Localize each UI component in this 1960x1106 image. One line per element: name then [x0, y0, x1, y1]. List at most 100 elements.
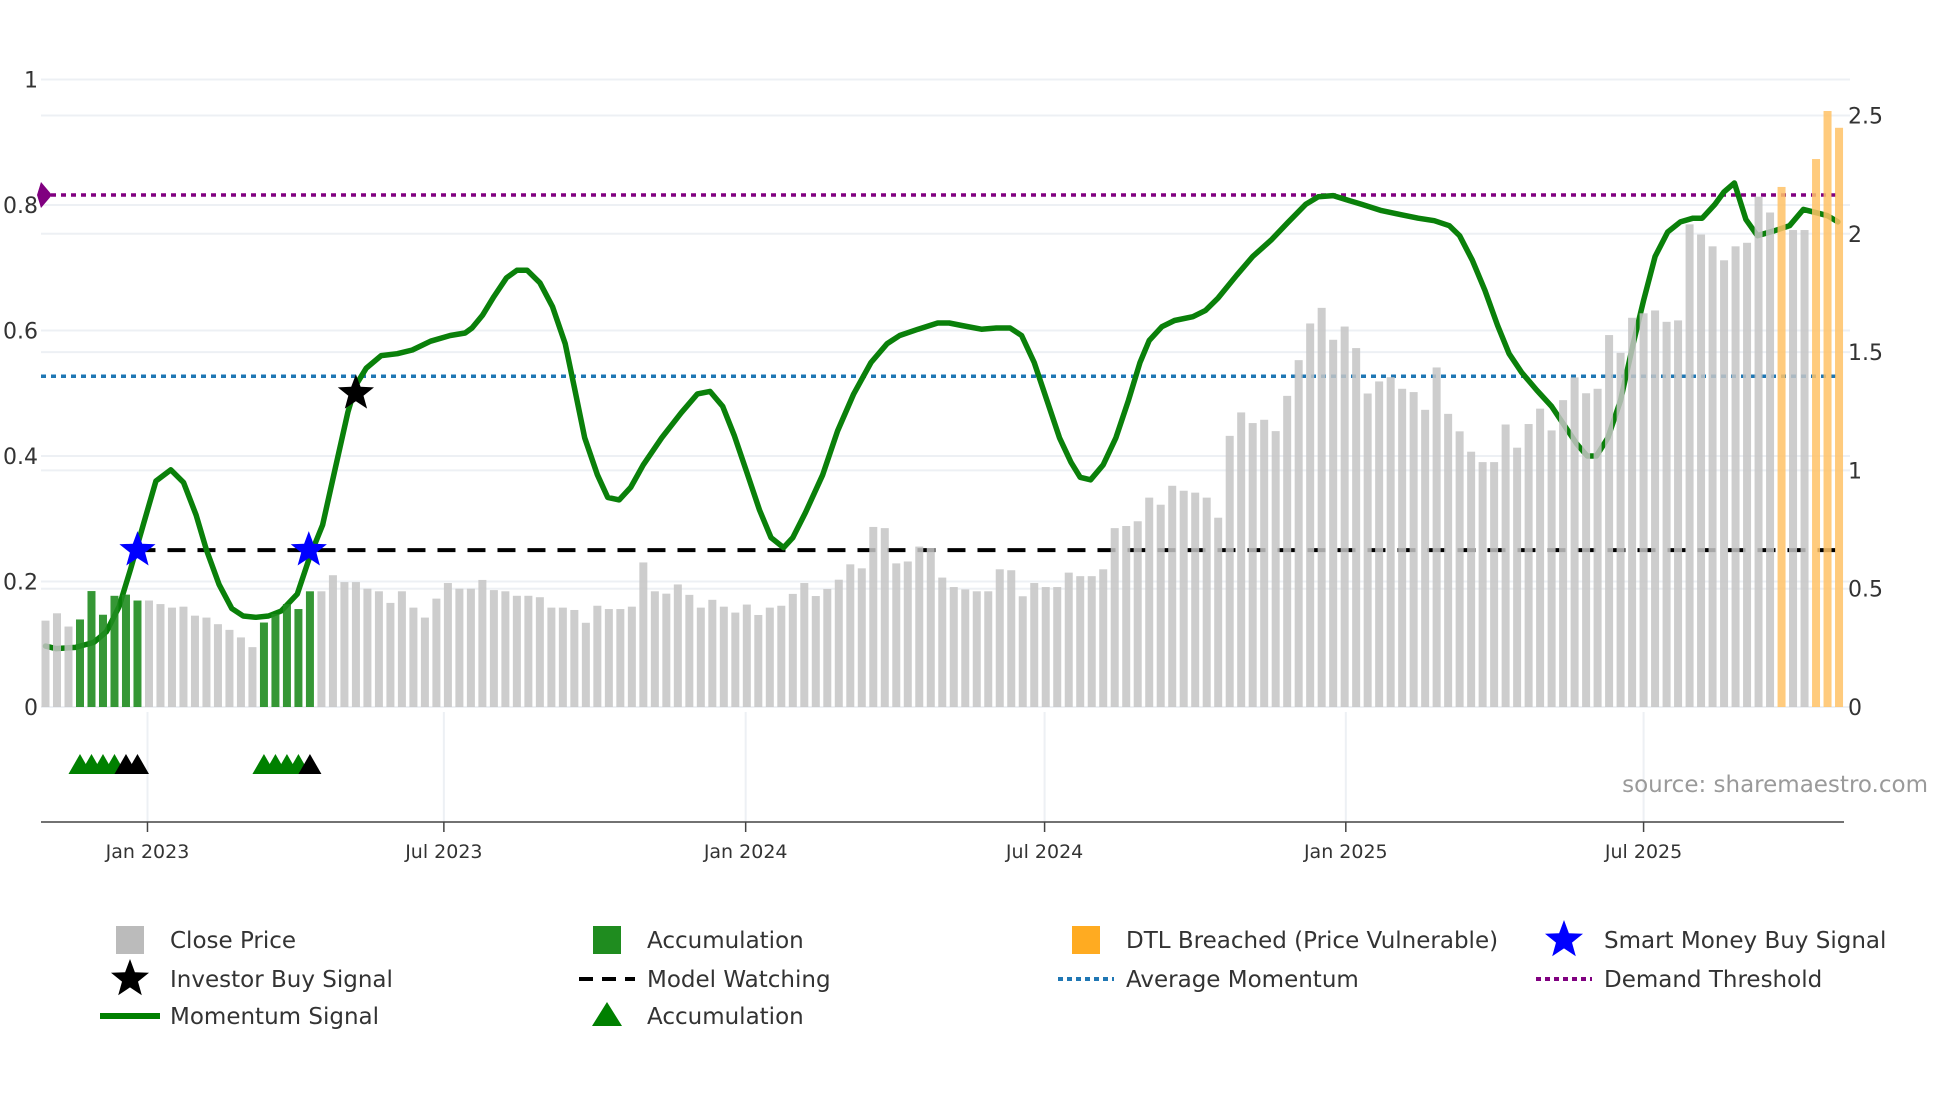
close-price-bar — [593, 605, 602, 707]
close-price-bar — [1156, 504, 1165, 707]
close-price-bar — [1317, 307, 1326, 707]
close-price-bar — [1421, 409, 1430, 707]
accumulation-bar — [282, 604, 291, 707]
close-price-bar — [1133, 521, 1142, 707]
close-price-bar — [1536, 408, 1545, 707]
legend-item: Momentum Signal — [100, 1004, 379, 1030]
close-price-bar — [1754, 196, 1763, 707]
close-price-bar — [731, 612, 740, 707]
close-price-bar — [1191, 492, 1200, 707]
close-price-bar — [1041, 587, 1050, 707]
close-price-bar — [880, 528, 889, 707]
close-price-bar — [1743, 242, 1752, 707]
dtl-breached-bar — [1812, 159, 1821, 707]
close-price-bar — [1237, 412, 1246, 707]
close-price-bar — [1582, 393, 1591, 707]
close-price-bar — [190, 615, 199, 707]
close-price-bar — [1168, 485, 1177, 707]
close-price-bar — [213, 624, 222, 707]
close-price-bar — [1064, 572, 1073, 707]
legend-item: Smart Money Buy Signal — [1545, 920, 1886, 957]
x-tick-label: Jan 2023 — [105, 841, 190, 863]
accumulation-bar — [75, 619, 84, 707]
close-price-bar — [857, 568, 866, 707]
accumulation-bar — [271, 614, 280, 707]
accumulation-bar — [259, 622, 268, 707]
close-price-bar — [1455, 431, 1464, 707]
legend-label: Momentum Signal — [170, 1004, 379, 1030]
right-tick-label: 1.5 — [1848, 341, 1883, 366]
legend-label: Model Watching — [647, 967, 831, 993]
close-price-bar — [1490, 462, 1499, 707]
close-price-bar — [788, 593, 797, 707]
close-price-bar — [926, 548, 935, 707]
close-price-bar — [317, 591, 326, 707]
close-price-bar — [961, 589, 970, 707]
close-price-bar — [1386, 377, 1395, 707]
close-price-bar — [673, 584, 682, 707]
x-tick-label: Jul 2023 — [404, 841, 482, 863]
close-price-bar — [225, 629, 234, 707]
accumulation-bar — [133, 600, 142, 707]
close-price-bar — [1628, 317, 1637, 707]
close-price-bar — [1593, 388, 1602, 707]
close-price-bar — [1697, 234, 1706, 707]
accumulation-bar — [98, 614, 107, 707]
left-tick-label: 0.4 — [3, 445, 38, 470]
close-price-bar — [524, 595, 533, 707]
close-price-bar — [869, 526, 878, 707]
close-price-bar — [1547, 430, 1556, 707]
close-price-bar — [1766, 212, 1775, 708]
accumulation-bar — [121, 594, 130, 707]
left-tick-label: 1 — [24, 69, 38, 94]
close-price-bar — [397, 591, 406, 707]
close-price-bar — [1340, 326, 1349, 707]
close-price-bar — [938, 577, 947, 707]
close-price-bar — [1467, 451, 1476, 707]
close-price-bar — [1720, 260, 1729, 707]
close-price-bar — [1513, 447, 1522, 707]
legend-item: Model Watching — [579, 967, 831, 993]
legend-square-icon — [1072, 926, 1100, 954]
close-price-bar — [1248, 423, 1257, 707]
close-price-bar — [1559, 400, 1568, 707]
close-price-bar — [1018, 596, 1027, 707]
close-price-bar — [1432, 367, 1441, 707]
close-price-bar — [1800, 230, 1809, 707]
close-price-bar — [340, 582, 349, 707]
close-price-bar — [742, 604, 751, 707]
legend-label: Average Momentum — [1126, 967, 1359, 993]
close-price-bar — [1294, 360, 1303, 707]
close-price-bar — [1398, 388, 1407, 707]
close-price-bar — [846, 564, 855, 707]
investor-buy-star-icon — [337, 374, 374, 409]
close-price-bar — [156, 604, 165, 707]
close-price-bar — [1202, 497, 1211, 707]
close-price-bar — [1605, 335, 1614, 707]
close-price-bar — [892, 563, 901, 707]
close-price-bar — [64, 626, 73, 707]
x-tick-label: Jan 2025 — [1303, 841, 1388, 863]
close-price-bar — [627, 606, 636, 707]
price-bars — [41, 111, 1844, 708]
close-price-bar — [719, 606, 728, 707]
close-price-bar — [351, 582, 360, 707]
close-price-bar — [41, 620, 50, 707]
close-price-bar — [1271, 431, 1280, 707]
legend-triangle-icon — [592, 1002, 622, 1026]
close-price-bar — [236, 637, 245, 707]
close-price-bar — [995, 569, 1004, 707]
close-price-bar — [179, 606, 188, 707]
close-price-bar — [1501, 424, 1510, 707]
close-price-bar — [1283, 395, 1292, 707]
close-price-bar — [949, 587, 958, 707]
close-price-bar — [903, 561, 912, 707]
close-price-bar — [1639, 313, 1648, 707]
legend-item: Accumulation — [592, 1002, 804, 1030]
close-price-bar — [363, 588, 372, 707]
left-tick-label: 0.2 — [3, 571, 38, 596]
close-price-bar — [466, 588, 475, 707]
dtl-breached-bar — [1777, 186, 1786, 708]
close-price-bar — [800, 583, 809, 707]
close-price-bar — [1363, 393, 1372, 707]
